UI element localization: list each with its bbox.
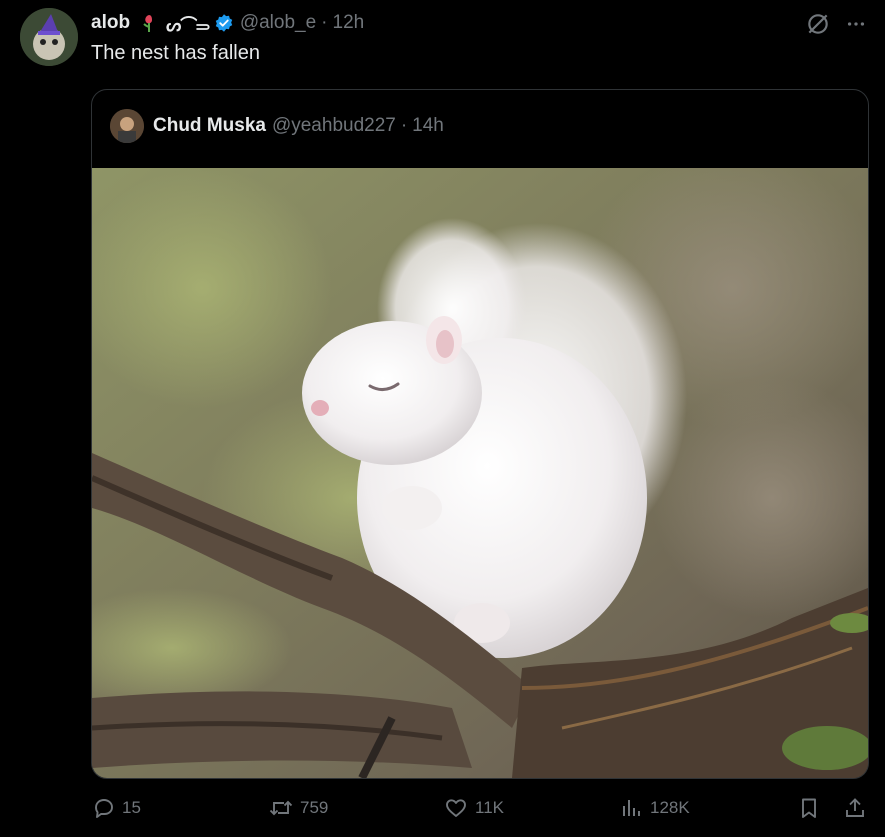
grok-icon[interactable]	[805, 11, 831, 37]
share-icon	[846, 798, 864, 817]
reply-count: 15	[122, 798, 141, 817]
views-count: 128K	[650, 798, 690, 817]
reply-icon	[95, 799, 113, 818]
more-options-icon[interactable]	[845, 13, 867, 35]
quote-separator-dot: ·	[400, 115, 408, 136]
tweet-actions: 15 759 11K 128K	[0, 796, 885, 832]
author-emojis: ᔕ⌒⥰	[166, 15, 210, 35]
quote-author-avatar	[110, 109, 144, 143]
quote-header: Chud Muska @yeahbud227 · 14h	[110, 108, 444, 144]
author-name[interactable]: alob	[91, 12, 130, 34]
verified-badge-icon	[214, 13, 234, 33]
rose-emoji-icon	[138, 12, 160, 34]
bookmark-button[interactable]	[797, 796, 827, 820]
quote-time: 14h	[412, 115, 444, 136]
quote-photo[interactable]	[92, 148, 868, 778]
repost-icon	[269, 800, 293, 816]
like-count: 11K	[475, 798, 504, 817]
quoted-tweet[interactable]: Chud Muska @yeahbud227 · 14h	[91, 89, 869, 779]
quote-author-name: Chud Muska	[153, 115, 266, 136]
heart-icon	[446, 799, 466, 817]
views-icon	[623, 800, 640, 816]
author-avatar[interactable]	[20, 8, 78, 66]
reply-button[interactable]: 15	[92, 796, 141, 820]
like-button[interactable]: 11K	[443, 796, 504, 820]
bookmark-icon	[802, 798, 816, 818]
share-button[interactable]	[843, 796, 873, 820]
tweet-text: The nest has fallen	[91, 42, 260, 64]
tweet-top-icons	[805, 11, 867, 37]
repost-button[interactable]: 759	[268, 796, 328, 820]
repost-count: 759	[300, 798, 329, 817]
tweet-header: alob ᔕ⌒⥰ @alob_e · 12h	[91, 10, 364, 36]
author-handle[interactable]: @alob_e	[240, 12, 316, 34]
quote-author-handle: @yeahbud227	[271, 115, 396, 136]
views-button[interactable]: 128K	[620, 796, 690, 820]
separator-dot: ·	[321, 12, 328, 33]
tweet-time[interactable]: 12h	[333, 12, 365, 34]
tweet[interactable]: alob ᔕ⌒⥰ @alob_e · 12h The nest has fall…	[0, 0, 885, 837]
